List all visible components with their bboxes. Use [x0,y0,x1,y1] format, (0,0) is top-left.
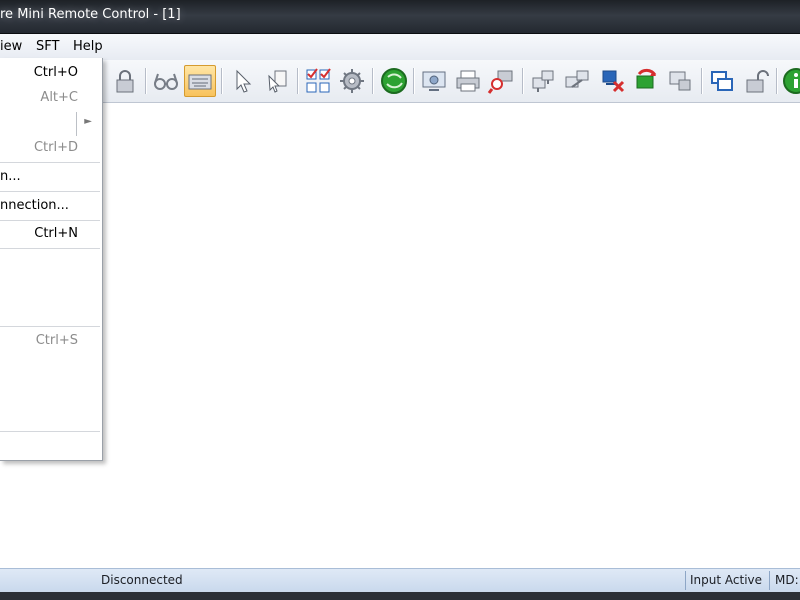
toolbar-mouse-button[interactable] [227,65,259,97]
toolbar-separator [145,68,146,94]
menu-separator [0,191,100,192]
unlock-icon [746,70,769,93]
remote-view-area[interactable] [0,103,800,568]
menu-separator [0,431,100,432]
menu-view[interactable]: iew [0,39,22,54]
shortcut-ctrl-o: Ctrl+O [33,65,78,80]
menu-item-submenu[interactable]: ► [0,112,100,136]
toolbar-separator [701,68,702,94]
toolbar-keyboard-button[interactable] [184,65,216,97]
toolbar-print-preview-button[interactable] [486,65,518,97]
toolbar-screenshot-button[interactable] [418,65,450,97]
glasses-icon [154,73,178,90]
title-bar[interactable]: re Mini Remote Control - [1] [0,0,800,34]
menu-item-n[interactable]: n... [0,165,100,189]
menu-help[interactable]: Help [73,39,103,54]
pointer-document-icon [268,70,287,93]
window-bottom-edge [0,592,800,600]
shortcut-ctrl-n: Ctrl+N [34,226,78,241]
toolbar [0,60,800,103]
toolbar-lock-button[interactable] [109,65,141,97]
menu-item-open[interactable]: Ctrl+O [0,61,100,85]
menu-sft[interactable]: SFT [36,39,59,54]
menu-separator [0,248,100,249]
toolbar-separator [297,68,298,94]
toolbar-checklist-button[interactable] [302,65,334,97]
disconnect-computer-icon [602,70,625,93]
shortcut-alt-c: Alt+C [40,90,78,105]
checklist-grid-icon [306,68,331,93]
status-divider [769,571,770,590]
network-icon [532,70,554,92]
shortcut-ctrl-s: Ctrl+S [35,333,78,348]
menu-item-connection[interactable]: nnection... [0,194,100,218]
toolbar-settings-button[interactable] [336,65,368,97]
toolbar-separator [776,68,777,94]
toolbar-refresh-button[interactable] [630,65,662,97]
windows-icon [711,71,733,91]
toolbar-separator [413,68,414,94]
status-divider [685,571,686,590]
submenu-arrow-icon: ► [84,116,92,127]
window-title: re Mini Remote Control - [1] [0,7,181,22]
gear-icon [340,69,364,93]
toolbar-unlock-button[interactable] [740,65,772,97]
toolbar-computer-link-button[interactable] [561,65,593,97]
toolbar-print-button[interactable] [452,65,484,97]
submenu-divider [76,112,77,136]
toolbar-info-button[interactable] [780,65,800,97]
extra-status: MD: [775,573,799,587]
menu-item-bottom[interactable] [0,434,100,458]
menu-separator [0,162,100,163]
zoom-printer-icon [487,70,513,94]
toolbar-disconnect-button[interactable] [596,65,628,97]
menu-item-empty[interactable] [0,251,100,275]
printer-icon [456,70,480,92]
toolbar-windows-button[interactable] [706,65,738,97]
toolbar-connect-button[interactable] [378,65,410,97]
mouse-pointer-icon [236,69,252,93]
menu-separator [0,326,100,327]
toolbar-separator [522,68,523,94]
menu-item-ctrl-n[interactable]: Ctrl+N [0,222,100,246]
remote-control-window: re Mini Remote Control - [1] iew SFT Hel… [0,0,800,600]
file-menu-dropdown: Ctrl+O Alt+C ► Ctrl+D n... nnection... C… [0,58,103,461]
menu-item-ctrl-s: Ctrl+S [0,329,100,353]
menu-bar: iew SFT Help [0,34,800,61]
toolbar-separator [221,68,222,94]
refresh-network-icon [636,68,657,89]
keyboard-icon [188,74,212,90]
connection-status: Disconnected [101,573,183,587]
input-status: Input Active [690,573,763,587]
toolbar-network-button[interactable] [527,65,559,97]
toolbar-pointer-document-button[interactable] [261,65,293,97]
status-bar: Disconnected Input Active MD: [0,568,800,593]
toolbar-separator [372,68,373,94]
menu-separator [0,220,100,221]
toolbar-view-only-button[interactable] [150,65,182,97]
menu-item-ctrl-d: Ctrl+D [0,136,100,160]
menu-item-alt-c: Alt+C [0,86,100,110]
computer-link-icon [565,70,589,88]
green-globe-icon [381,68,407,94]
transfer-computer-icon [669,71,691,91]
lock-icon [116,70,134,93]
info-icon [783,68,800,94]
shortcut-ctrl-d: Ctrl+D [33,140,78,155]
screen-capture-icon [422,71,446,91]
toolbar-transfer-button[interactable] [664,65,696,97]
